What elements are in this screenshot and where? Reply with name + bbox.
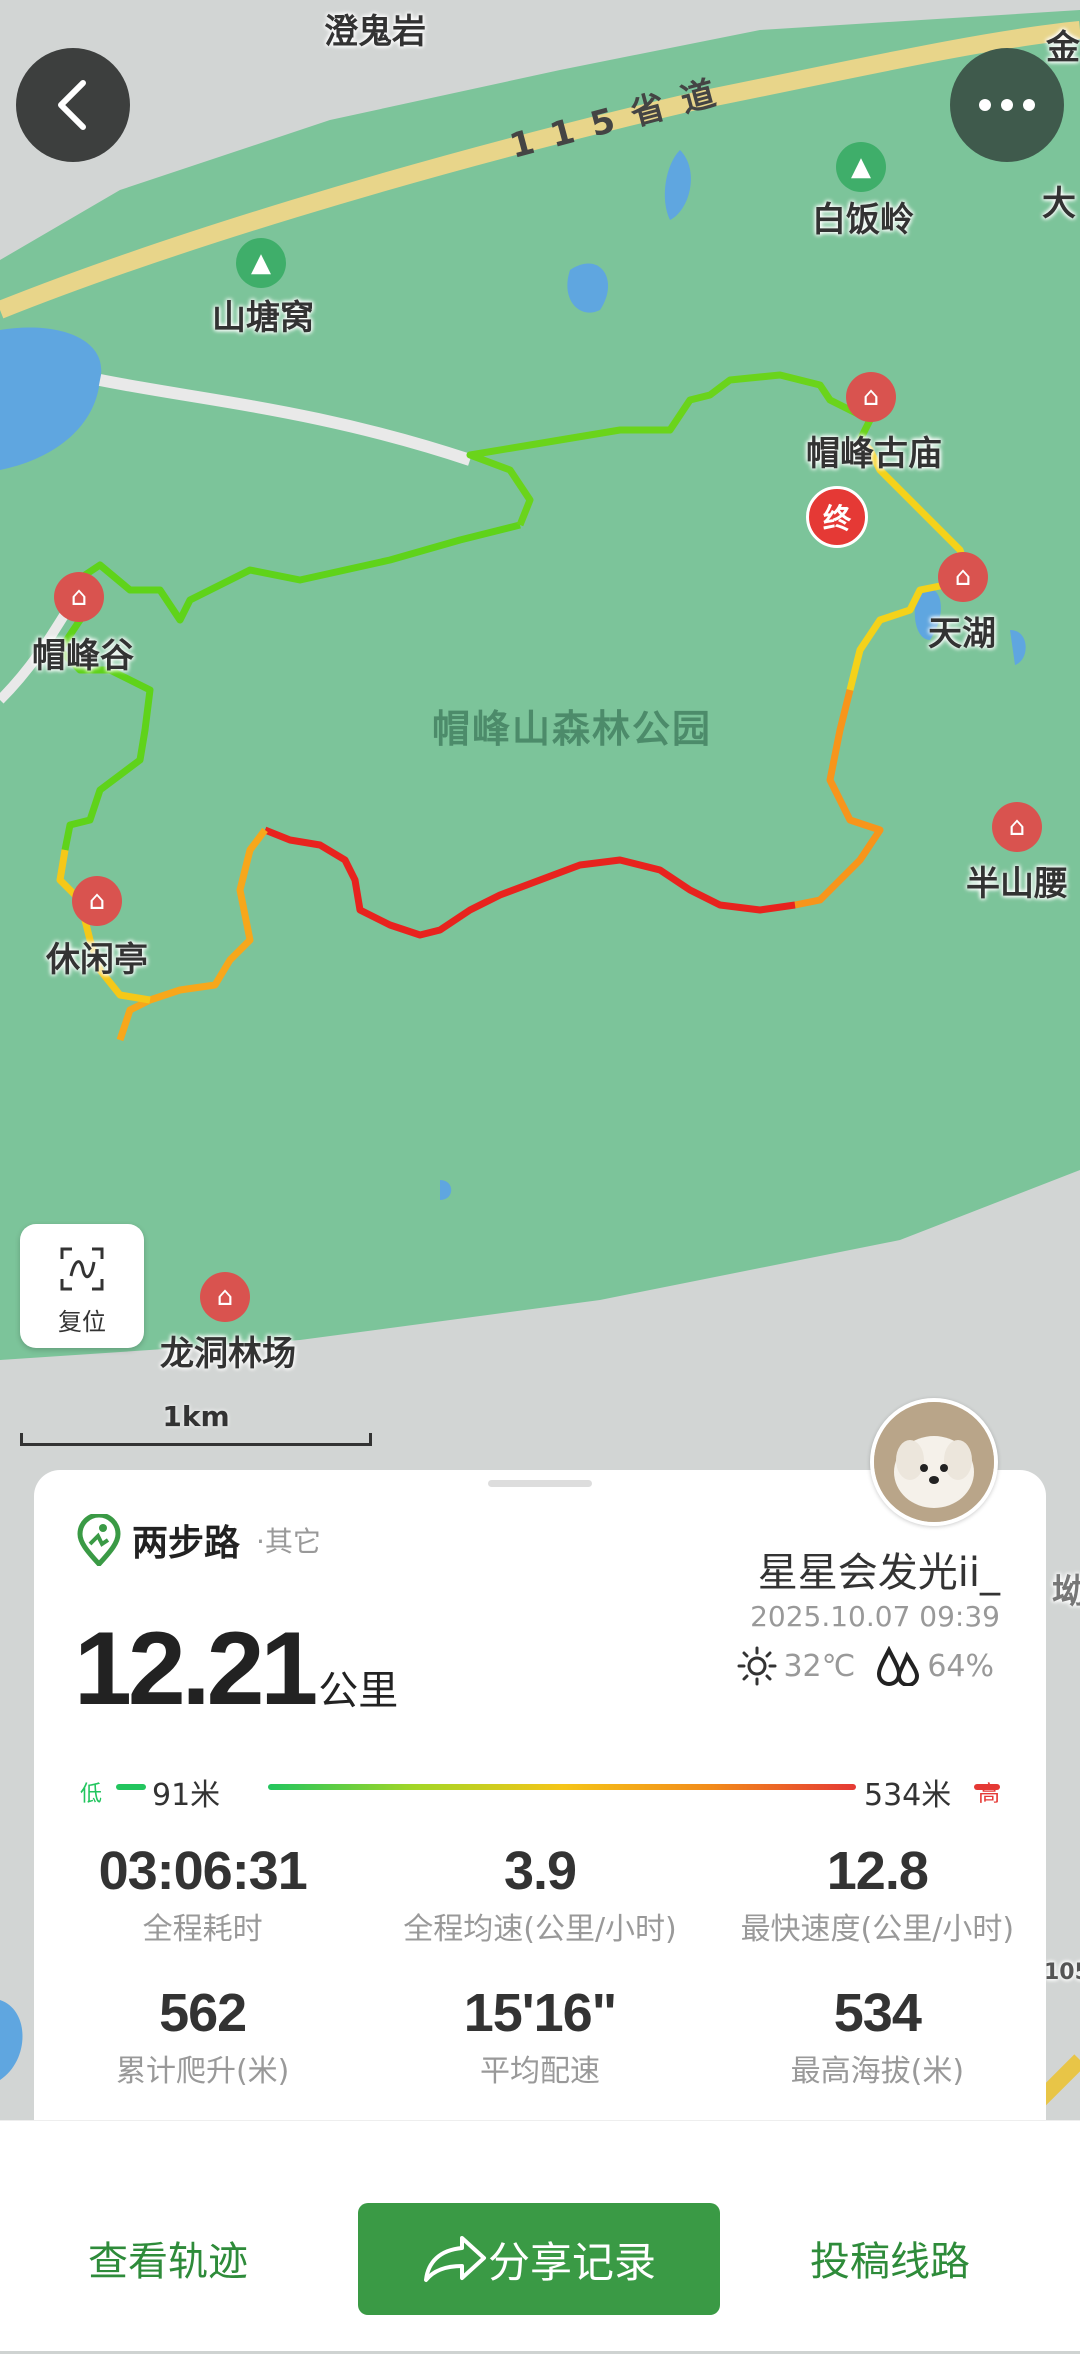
- more-dots-icon: [979, 99, 1035, 111]
- place-label: 半山腰: [966, 864, 1068, 904]
- username[interactable]: 星星会发光ii_: [758, 1540, 1000, 1598]
- place-label: 坳: [1052, 1572, 1080, 1612]
- temple-icon: ⌂: [846, 372, 896, 422]
- temple-icon: ⌂: [54, 572, 104, 622]
- distance-unit: 公里: [318, 1668, 399, 1714]
- temple-icon: ⌂: [200, 1272, 250, 1322]
- submit-route-button[interactable]: 投稿线路: [810, 2229, 970, 2287]
- back-button[interactable]: [16, 48, 130, 162]
- place-label: 大: [1042, 184, 1076, 224]
- stat-label: 最高海拔(米): [790, 2054, 965, 2089]
- avatar-image: [874, 1402, 994, 1522]
- place-label: 天湖: [928, 614, 996, 654]
- temple-icon: ⌂: [72, 876, 122, 926]
- stat-total-time: 03:06:31 全程耗时: [34, 1840, 371, 1948]
- record-card: 两步路 ·其它 星星会发光ii_ 2025.10.07 09:39 32℃ 64…: [34, 1470, 1046, 2120]
- brand: 两步路 ·其它: [76, 1514, 321, 1566]
- stat-avg-pace: 15'16" 平均配速: [371, 1982, 708, 2090]
- bottom-action-bar: 查看轨迹 分享记录 投稿线路: [0, 2120, 1080, 2351]
- stat-label: 累计爬升(米): [115, 2054, 290, 2089]
- reset-view-button[interactable]: 复位: [20, 1224, 144, 1348]
- place-label: 白饭岭: [812, 200, 914, 240]
- drag-handle[interactable]: [488, 1480, 592, 1487]
- altitude-range: 低 91米 534米 高: [80, 1770, 1000, 1813]
- share-record-button[interactable]: 分享记录: [358, 2203, 720, 2315]
- stat-label: 最快速度(公里/小时): [740, 1912, 1015, 1947]
- reset-label: 复位: [58, 1308, 106, 1336]
- place-label: 龙洞林场: [160, 1334, 296, 1374]
- road-number-label: 105: [1044, 1960, 1080, 1985]
- stat-value: 12.8: [826, 1841, 929, 1901]
- altitude-min: 91米: [152, 1778, 221, 1813]
- scale-label: 1km: [162, 1400, 230, 1433]
- temple-icon: ⌂: [992, 802, 1042, 852]
- altitude-low-segment: [116, 1784, 146, 1790]
- stat-label: 平均配速: [479, 2054, 600, 2089]
- place-label: 休闲亭: [46, 940, 148, 980]
- temperature: 32℃: [783, 1648, 856, 1684]
- altitude-low-label: 低: [80, 1782, 103, 1807]
- stat-max-altitude: 534 最高海拔(米): [709, 1982, 1046, 2090]
- park-area: [0, 10, 1080, 1360]
- activity-category: ·其它: [256, 1525, 321, 1558]
- stat-total-ascent: 562 累计爬升(米): [34, 1982, 371, 2090]
- more-button[interactable]: [950, 48, 1064, 162]
- altitude-gradient-bar: [268, 1784, 856, 1790]
- distance: 12.21 公里: [74, 1610, 398, 1729]
- stats-grid: 03:06:31 全程耗时 3.9 全程均速(公里/小时) 12.8 最快速度(…: [34, 1840, 1046, 2090]
- stat-max-speed: 12.8 最快速度(公里/小时): [709, 1840, 1046, 1948]
- place-label: 帽峰古庙: [806, 434, 942, 474]
- distance-value: 12.21: [74, 1611, 318, 1727]
- stat-value: 562: [159, 1983, 247, 2043]
- sun-icon: [737, 1646, 777, 1686]
- stat-value: 15'16": [463, 1983, 618, 2043]
- view-track-button[interactable]: 查看轨迹: [88, 2229, 248, 2287]
- share-icon: [423, 2236, 486, 2282]
- chevron-left-icon: [58, 80, 86, 130]
- app-logo-icon: [77, 1514, 121, 1566]
- stat-value: 534: [833, 1983, 922, 2043]
- altitude-max: 534米: [864, 1778, 952, 1813]
- end-marker: 终: [806, 486, 868, 548]
- stat-value: 3.9: [503, 1841, 577, 1901]
- record-datetime: 2025.10.07 09:39: [750, 1600, 1000, 1633]
- place-label: 澄鬼岩: [324, 12, 426, 52]
- avatar[interactable]: [870, 1398, 998, 1526]
- stat-label: 全程耗时: [142, 1912, 263, 1947]
- mountain-icon: ▲: [836, 142, 886, 192]
- share-label: 分享记录: [487, 2237, 656, 2287]
- track-reset-icon: [60, 1247, 104, 1291]
- brand-name: 两步路: [132, 1523, 241, 1564]
- map-scale: 1km: [20, 1400, 372, 1446]
- place-label: 帽峰谷: [32, 636, 134, 676]
- park-label: 帽峰山森林公园: [432, 707, 713, 751]
- mountain-icon: ▲: [236, 238, 286, 288]
- place-label: 金: [1046, 28, 1080, 68]
- place-label: 山塘窝: [212, 298, 314, 338]
- altitude-high-label: 高: [977, 1782, 1000, 1807]
- stat-label: 全程均速(公里/小时): [403, 1912, 677, 1947]
- humidity: 64%: [927, 1648, 994, 1684]
- temple-icon: ⌂: [938, 552, 988, 602]
- weather: 32℃ 64%: [737, 1646, 1000, 1686]
- stat-value: 03:06:31: [98, 1841, 308, 1901]
- stat-avg-speed: 3.9 全程均速(公里/小时): [371, 1840, 708, 1948]
- humidity-icon: [877, 1646, 920, 1686]
- scale-bar: [20, 1433, 372, 1446]
